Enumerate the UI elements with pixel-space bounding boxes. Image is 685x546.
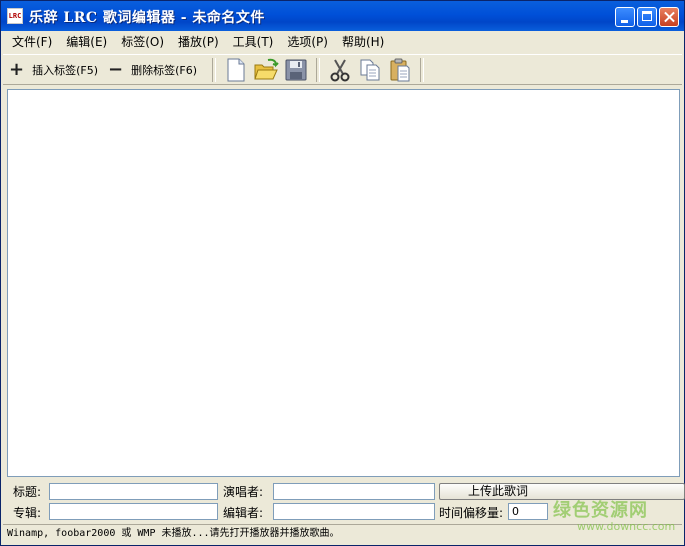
minus-icon: −: [108, 58, 124, 80]
copy-button[interactable]: [355, 56, 385, 84]
offset-input[interactable]: 0: [508, 503, 548, 520]
open-file-button[interactable]: [251, 56, 281, 84]
artist-label: 演唱者:: [223, 485, 264, 499]
toolbar: + 插入标签(F5) − 删除标签(F6): [3, 54, 682, 85]
insert-tag-button[interactable]: + 插入标签(F5): [9, 58, 99, 80]
menu-options[interactable]: 选项(P): [280, 33, 335, 50]
cut-icon: [330, 59, 350, 81]
menu-tags[interactable]: 标签(O): [114, 33, 171, 50]
minimize-button[interactable]: [615, 7, 635, 27]
open-folder-icon: [254, 58, 279, 79]
close-button[interactable]: [659, 7, 679, 27]
toolbar-separator: [420, 57, 425, 82]
toolbar-separator: [212, 57, 217, 82]
paste-icon: [390, 58, 410, 81]
cut-button[interactable]: [325, 56, 355, 84]
offset-label: 时间偏移量:: [439, 506, 504, 520]
maximize-button[interactable]: [637, 7, 657, 27]
new-file-button[interactable]: [221, 56, 251, 84]
lrc-app-icon[interactable]: LRC: [7, 8, 23, 24]
save-icon: [285, 59, 307, 80]
artist-input[interactable]: [273, 483, 435, 500]
delete-tag-label: 删除标签(F6): [131, 63, 198, 77]
editor-input[interactable]: [273, 503, 435, 520]
maximize-icon: [642, 11, 652, 21]
menu-bar: 文件(F) 编辑(E) 标签(O) 播放(P) 工具(T) 选项(P) 帮助(H…: [1, 31, 684, 52]
menu-edit[interactable]: 编辑(E): [59, 33, 114, 50]
menu-tools[interactable]: 工具(T): [226, 33, 281, 50]
window-title: 乐辞 LRC 歌词编辑器 - 未命名文件: [29, 10, 265, 26]
plus-icon: +: [9, 58, 25, 80]
album-input[interactable]: [49, 503, 218, 520]
lyrics-editor[interactable]: [7, 89, 680, 477]
copy-icon: [360, 59, 380, 80]
save-button[interactable]: [281, 56, 311, 84]
watermark-url: www.downcc.com: [577, 520, 676, 533]
title-label: 标题:: [13, 485, 42, 499]
app-window: LRC 乐辞 LRC 歌词编辑器 - 未命名文件 文件(F) 编辑(E) 标签(…: [0, 0, 685, 546]
new-file-icon: [227, 58, 245, 81]
title-input[interactable]: [49, 483, 218, 500]
menu-file[interactable]: 文件(F): [5, 33, 59, 50]
paste-button[interactable]: [385, 56, 415, 84]
menu-play[interactable]: 播放(P): [171, 33, 226, 50]
toolbar-separator: [316, 57, 321, 82]
delete-tag-button[interactable]: − 删除标签(F6): [108, 58, 198, 80]
minimize-icon: [621, 20, 628, 23]
album-label: 专辑:: [13, 506, 42, 520]
watermark-title: 绿色资源网: [553, 500, 648, 521]
insert-tag-label: 插入标签(F5): [32, 63, 99, 77]
title-bar[interactable]: LRC 乐辞 LRC 歌词编辑器 - 未命名文件: [1, 1, 684, 31]
menu-help[interactable]: 帮助(H): [335, 33, 391, 50]
editor-label: 编辑者:: [223, 506, 264, 520]
